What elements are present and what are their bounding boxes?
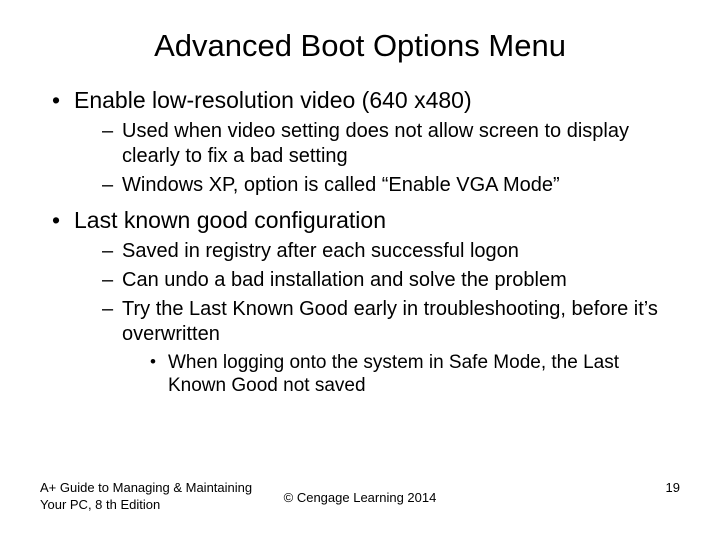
sub-bullet-text: Try the Last Known Good early in trouble… <box>122 298 658 345</box>
slide: Advanced Boot Options Menu Enable low-re… <box>0 0 720 540</box>
sub-bullet-list: Used when video setting does not allow s… <box>74 119 680 198</box>
subsub-bullet-text: When logging onto the system in Safe Mod… <box>168 352 619 397</box>
sub-bullet-item: Used when video setting does not allow s… <box>102 119 680 169</box>
sub-bullet-text: Used when video setting does not allow s… <box>122 120 629 167</box>
slide-title: Advanced Boot Options Menu <box>40 28 680 64</box>
footer: A+ Guide to Managing & Maintaining Your … <box>40 480 680 516</box>
bullet-text: Last known good configuration <box>74 207 386 233</box>
sub-bullet-item: Saved in registry after each successful … <box>102 239 680 264</box>
sub-bullet-text: Windows XP, option is called “Enable VGA… <box>122 174 560 196</box>
page-number: 19 <box>666 480 680 495</box>
bullet-item: Enable low-resolution video (640 x480) U… <box>52 86 680 198</box>
subsub-bullet-list: When logging onto the system in Safe Mod… <box>122 351 680 399</box>
bullet-item: Last known good configuration Saved in r… <box>52 206 680 398</box>
sub-bullet-text: Can undo a bad installation and solve th… <box>122 269 567 291</box>
sub-bullet-text: Saved in registry after each successful … <box>122 240 519 262</box>
subsub-bullet-item: When logging onto the system in Safe Mod… <box>150 351 680 399</box>
footer-copyright: © Cengage Learning 2014 <box>40 490 680 505</box>
sub-bullet-item: Windows XP, option is called “Enable VGA… <box>102 173 680 198</box>
sub-bullet-item: Can undo a bad installation and solve th… <box>102 268 680 293</box>
sub-bullet-item: Try the Last Known Good early in trouble… <box>102 297 680 399</box>
bullet-list: Enable low-resolution video (640 x480) U… <box>40 86 680 398</box>
bullet-text: Enable low-resolution video (640 x480) <box>74 87 472 113</box>
sub-bullet-list: Saved in registry after each successful … <box>74 239 680 399</box>
